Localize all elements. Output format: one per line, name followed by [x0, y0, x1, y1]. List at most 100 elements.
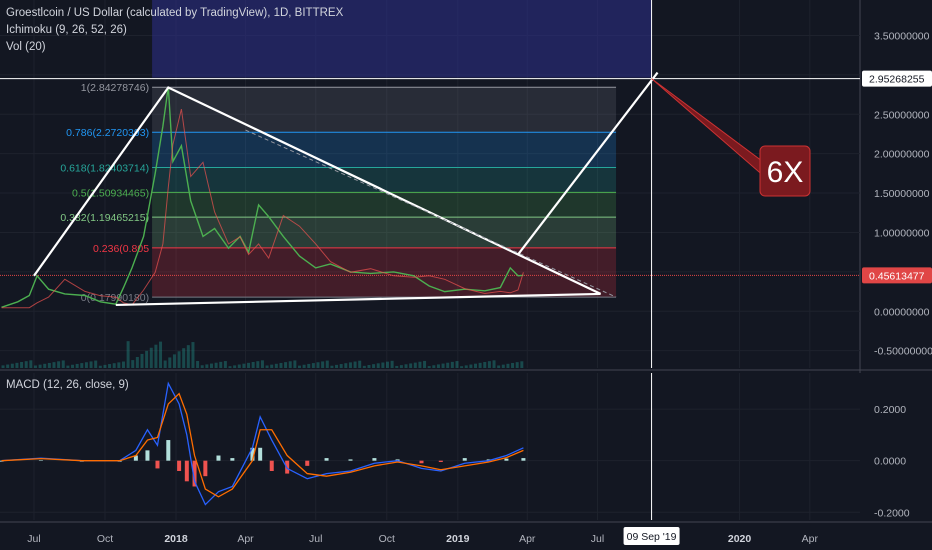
volume-bar	[325, 360, 329, 368]
volume-bar	[233, 365, 237, 368]
volume-bar	[274, 363, 278, 368]
macd-histogram-bar	[462, 458, 467, 461]
macd-histogram-bar	[216, 455, 221, 461]
volume-bar	[362, 365, 366, 368]
volume-bar	[6, 364, 10, 368]
time-axis-label: Apr	[237, 533, 254, 545]
price-axis-label: -0.50000000	[874, 346, 932, 358]
volume-bar	[432, 365, 436, 368]
volume-bar	[237, 364, 241, 368]
volume-bar	[38, 364, 42, 368]
volume-bar	[131, 360, 135, 368]
volume-bar	[339, 364, 343, 368]
macd-histogram-bar	[230, 458, 235, 461]
macd-histogram-bar	[348, 459, 353, 461]
price-axis-label: 1.00000000	[874, 227, 930, 239]
callout-label: 6X	[767, 156, 804, 189]
volume-bar	[399, 365, 403, 368]
volume-legend[interactable]: Vol (20)	[6, 40, 46, 55]
time-axis-label: Jul	[27, 533, 40, 545]
volume-bar	[492, 360, 496, 368]
fib-level-label: 0.382(1.19465215)	[60, 212, 149, 224]
time-axis-label: 2019	[446, 533, 470, 545]
volume-bar	[460, 366, 464, 368]
volume-bar	[478, 362, 482, 368]
volume-bar	[385, 361, 389, 368]
macd-legend[interactable]: MACD (12, 26, close, 9)	[6, 378, 129, 393]
volume-bar	[436, 364, 440, 368]
volume-bar	[163, 360, 167, 368]
volume-bar	[335, 364, 339, 368]
price-axis-label: 0.00000000	[874, 306, 930, 318]
macd-pane-bg	[0, 373, 932, 520]
macd-histogram-bar	[438, 460, 443, 462]
volume-bar	[464, 365, 468, 368]
volume-bar	[94, 360, 98, 368]
macd-histogram-bar	[372, 458, 377, 461]
volume-bar	[302, 364, 306, 368]
time-axis-label: Oct	[379, 533, 395, 545]
fib-level-label: 0.618(1.82403714)	[60, 163, 149, 175]
volume-bar	[381, 362, 385, 368]
volume-bar	[520, 361, 524, 368]
macd-histogram-bar	[269, 460, 274, 471]
macd-histogram-bar	[305, 460, 310, 466]
volume-bar	[256, 361, 260, 368]
volume-bar	[441, 363, 445, 368]
volume-bar	[423, 360, 427, 368]
volume-bar	[61, 360, 65, 368]
macd-histogram-bar	[177, 460, 182, 471]
volume-bar	[43, 363, 47, 368]
volume-bar	[200, 365, 204, 368]
volume-bar	[15, 362, 19, 368]
volume-bar	[251, 362, 255, 368]
fib-zone[interactable]	[152, 217, 617, 248]
macd-histogram-bar	[38, 460, 43, 461]
volume-bar	[348, 362, 352, 368]
volume-bar	[117, 362, 121, 368]
macd-histogram-bar	[166, 440, 171, 461]
volume-bar	[321, 361, 325, 368]
volume-bar	[367, 365, 371, 368]
volume-bar	[353, 361, 357, 368]
price-axis-label: 2.00000000	[874, 149, 930, 161]
price-axis-label: 1.50000000	[874, 188, 930, 200]
volume-bar	[182, 348, 186, 368]
macd-histogram-bar	[203, 460, 208, 477]
time-axis-label: Jul	[309, 533, 322, 545]
price-label-text: 0.45613477	[869, 270, 925, 282]
volume-bar	[487, 361, 491, 368]
macd-pane[interactable]: 0.2000 0.0000 -0.2000	[0, 373, 932, 520]
fib-zone[interactable]	[152, 192, 617, 218]
volume-bar	[33, 365, 37, 368]
ichimoku-legend[interactable]: Ichimoku (9, 26, 52, 26)	[6, 23, 127, 38]
macd-histogram-bar	[155, 460, 160, 469]
volume-bar	[149, 347, 153, 368]
volume-bar	[515, 362, 519, 368]
volume-bar	[145, 350, 149, 368]
macd-histogram-bar	[521, 458, 526, 461]
fib-zone[interactable]	[152, 132, 617, 168]
volume-bar	[390, 360, 394, 368]
volume-bar	[372, 364, 376, 368]
volume-bar	[214, 362, 218, 368]
time-axis-label: Jul	[591, 533, 604, 545]
volume-bar	[293, 360, 297, 368]
price-axis-label: 2.50000000	[874, 109, 930, 121]
volume-bar	[89, 361, 93, 368]
fib-zone[interactable]	[152, 167, 617, 193]
volume-bar	[191, 342, 195, 368]
volume-bar	[66, 365, 70, 368]
volume-bar	[270, 364, 274, 368]
time-axis[interactable]: Jul Oct 2018 Apr Jul Oct 2019 Apr Jul 2020 Apr 09 S…	[0, 521, 932, 545]
volume-bar	[98, 365, 102, 368]
volume-bar	[84, 362, 88, 368]
price-axis-label: 3.50000000	[874, 30, 930, 42]
fib-zone[interactable]	[152, 87, 617, 133]
volume-bar	[103, 364, 107, 368]
volume-bar	[247, 362, 251, 368]
macd-histogram-bar	[324, 458, 329, 461]
chart-svg[interactable]: 1(2.84278746)0.786(2.2720393)0.618(1.824…	[0, 0, 932, 550]
price-label-text: 2.95268255	[869, 74, 925, 86]
volume-bar	[404, 364, 408, 368]
